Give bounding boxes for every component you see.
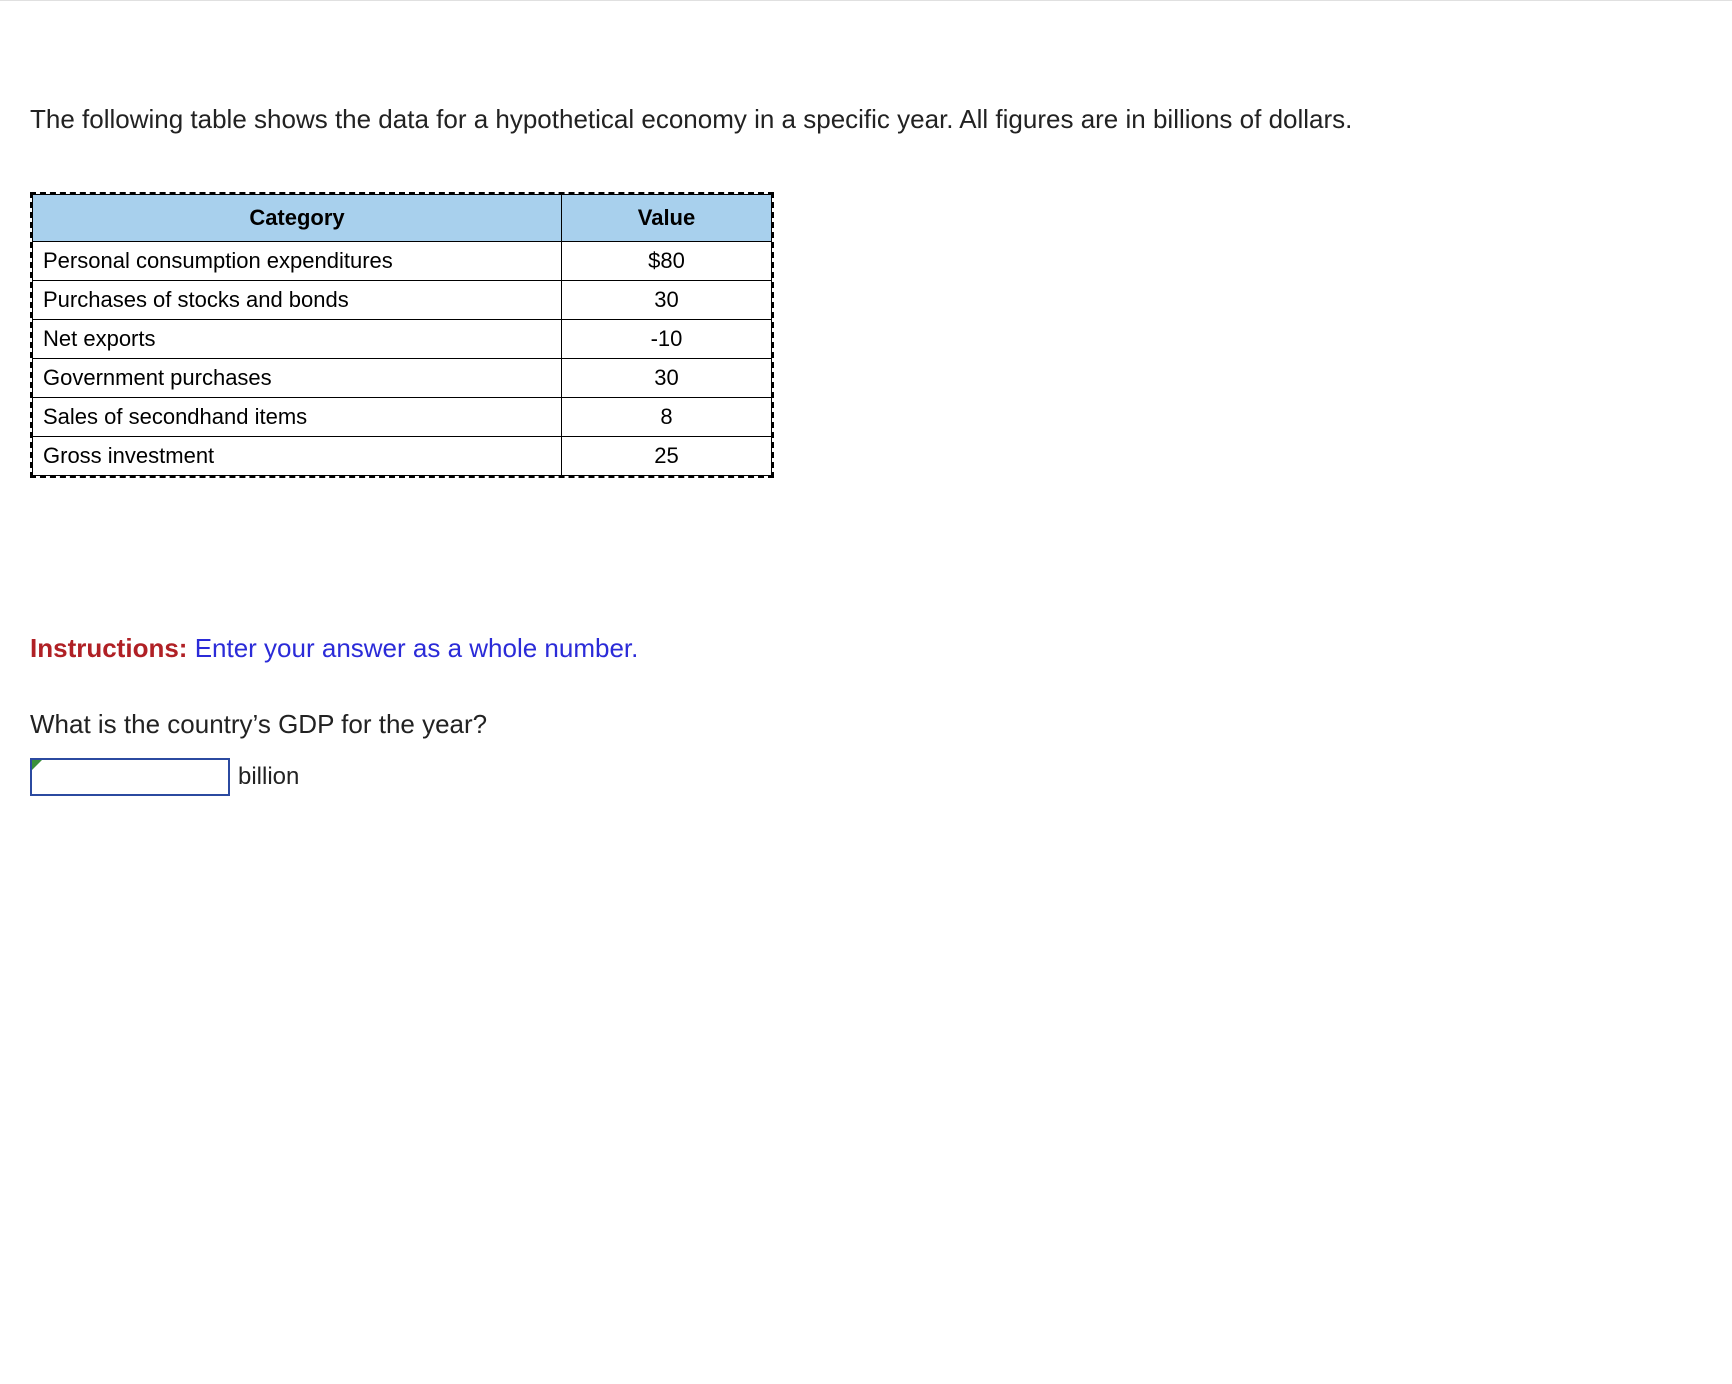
- table-row: Purchases of stocks and bonds 30: [33, 281, 772, 320]
- answer-unit: billion: [238, 763, 299, 791]
- cell-value: -10: [562, 320, 772, 359]
- data-table: Category Value Personal consumption expe…: [32, 194, 772, 476]
- table-row: Sales of secondhand items 8: [33, 398, 772, 437]
- answer-row: billion: [30, 758, 1702, 796]
- cell-category: Purchases of stocks and bonds: [33, 281, 562, 320]
- cell-value: 25: [562, 437, 772, 476]
- header-category: Category: [33, 195, 562, 242]
- table-row: Net exports -10: [33, 320, 772, 359]
- intro-text: The following table shows the data for a…: [30, 101, 1702, 137]
- answer-input-wrap: [30, 758, 230, 796]
- data-table-wrap: Category Value Personal consumption expe…: [30, 192, 774, 478]
- cell-category: Government purchases: [33, 359, 562, 398]
- instructions-label: Instructions:: [30, 633, 187, 663]
- table-header-row: Category Value: [33, 195, 772, 242]
- cell-category: Sales of secondhand items: [33, 398, 562, 437]
- cell-value: $80: [562, 242, 772, 281]
- table-row: Gross investment 25: [33, 437, 772, 476]
- question-content: The following table shows the data for a…: [0, 101, 1732, 796]
- cell-category: Net exports: [33, 320, 562, 359]
- instructions-text: Enter your answer as a whole number.: [195, 633, 639, 663]
- cell-value: 8: [562, 398, 772, 437]
- question-text: What is the country’s GDP for the year?: [30, 709, 1702, 740]
- cell-value: 30: [562, 359, 772, 398]
- instructions-line: Instructions: Enter your answer as a who…: [30, 633, 1702, 664]
- cell-category: Gross investment: [33, 437, 562, 476]
- answer-input[interactable]: [30, 758, 230, 796]
- cell-category: Personal consumption expenditures: [33, 242, 562, 281]
- table-row: Government purchases 30: [33, 359, 772, 398]
- cell-value: 30: [562, 281, 772, 320]
- header-value: Value: [562, 195, 772, 242]
- table-row: Personal consumption expenditures $80: [33, 242, 772, 281]
- top-rule: [0, 0, 1732, 1]
